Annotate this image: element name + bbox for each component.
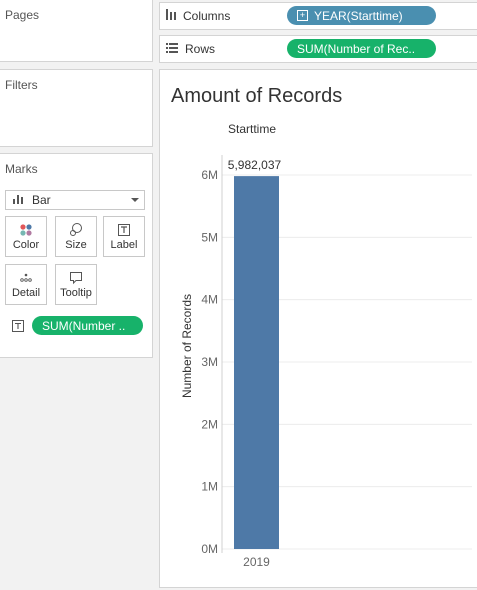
pages-title: Pages bbox=[5, 8, 40, 22]
y-tick-label: 6M bbox=[201, 168, 218, 182]
rows-label: Rows bbox=[185, 42, 216, 56]
color-icon bbox=[6, 222, 46, 238]
view-area: Amount of Records Starttime Number of Re… bbox=[159, 69, 477, 588]
label-field-icon bbox=[12, 319, 24, 337]
x-category-label: 2019 bbox=[243, 555, 270, 569]
color-button[interactable]: Color bbox=[5, 216, 47, 257]
color-label: Color bbox=[12, 239, 40, 251]
columns-label: Columns bbox=[183, 9, 231, 23]
size-label: Size bbox=[65, 239, 87, 251]
y-tick-label: 1M bbox=[201, 480, 218, 494]
rows-shelf-label: Rows bbox=[166, 42, 215, 56]
bar-chart-icon bbox=[12, 193, 26, 207]
y-tick-label: 3M bbox=[201, 355, 218, 369]
bar-chart: 0M 1M 2M 3M 4M 5M 6M 5,982,037 2019 bbox=[201, 155, 472, 569]
detail-label: Detail bbox=[11, 287, 41, 299]
marks-card: Marks Bar Color Size Label Detail Toolti… bbox=[0, 153, 153, 358]
label-button[interactable]: Label bbox=[103, 216, 145, 257]
detail-button[interactable]: Detail bbox=[5, 264, 47, 305]
label-icon bbox=[104, 222, 144, 238]
rows-shelf[interactable]: Rows SUM(Number of Rec.. bbox=[159, 35, 477, 63]
columns-pill-label: YEAR(Starttime) bbox=[314, 8, 403, 23]
expand-icon[interactable]: + bbox=[297, 10, 308, 21]
mark-type-label: Bar bbox=[32, 193, 51, 207]
y-tick-label: 0M bbox=[201, 542, 218, 556]
y-tick-label: 2M bbox=[201, 417, 218, 431]
columns-pill[interactable]: + YEAR(Starttime) bbox=[287, 6, 436, 25]
filters-card[interactable]: Filters bbox=[0, 69, 153, 147]
bar-data-label: 5,982,037 bbox=[228, 158, 282, 172]
tooltip-icon bbox=[56, 270, 96, 286]
size-icon bbox=[56, 222, 96, 238]
pages-card: Pages bbox=[0, 0, 153, 62]
rows-pill[interactable]: SUM(Number of Rec.. bbox=[287, 39, 436, 58]
marks-title: Marks bbox=[5, 162, 38, 176]
y-tick-label: 4M bbox=[201, 293, 218, 307]
columns-shelf[interactable]: Columns + YEAR(Starttime) bbox=[159, 2, 477, 30]
filters-title: Filters bbox=[5, 78, 38, 92]
bar[interactable] bbox=[234, 176, 279, 549]
tooltip-button[interactable]: Tooltip bbox=[55, 264, 97, 305]
label-label: Label bbox=[110, 239, 138, 251]
columns-icon bbox=[166, 9, 176, 23]
detail-icon bbox=[6, 270, 46, 286]
mark-type-dropdown[interactable]: Bar bbox=[5, 190, 145, 210]
chevron-down-icon[interactable] bbox=[131, 198, 139, 202]
columns-shelf-label: Columns bbox=[166, 9, 230, 23]
y-tick-label: 5M bbox=[201, 230, 218, 244]
size-button[interactable]: Size bbox=[55, 216, 97, 257]
tooltip-label: Tooltip bbox=[60, 287, 92, 299]
rows-icon bbox=[166, 42, 178, 56]
label-field-pill[interactable]: SUM(Number .. bbox=[32, 316, 143, 335]
